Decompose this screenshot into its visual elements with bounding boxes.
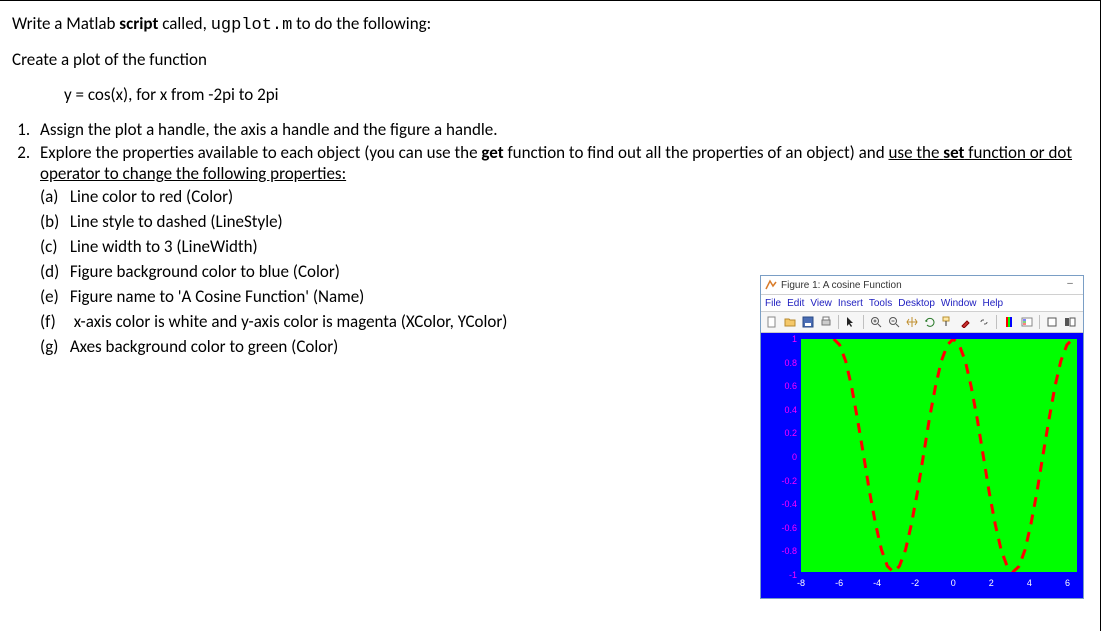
- x-tick-label: 4: [1027, 578, 1032, 588]
- menubar: File Edit View Insert Tools Desktop Wind…: [761, 295, 1083, 312]
- menu-tools[interactable]: Tools: [869, 298, 892, 309]
- colorbar-icon[interactable]: [1001, 314, 1017, 330]
- prop-f-text: x-axis color is white and y-axis color i…: [74, 311, 508, 332]
- text: Write a Matlab: [12, 13, 119, 34]
- separator-icon: [838, 315, 839, 329]
- prop-g-text: Axes background color to green (Color): [70, 336, 338, 357]
- prop-b-text: Line style to dashed (LineStyle): [70, 211, 283, 232]
- x-tick-label: 6: [1065, 578, 1070, 588]
- text-bold: get: [481, 142, 503, 163]
- open-icon[interactable]: [782, 314, 798, 330]
- y-tick-label: -0.8: [765, 546, 797, 556]
- print-icon[interactable]: [818, 314, 834, 330]
- x-tick-label: -6: [835, 578, 843, 588]
- step-1-text: Assign the plot a handle, the axis a han…: [40, 119, 498, 140]
- new-icon[interactable]: [764, 314, 780, 330]
- prop-d-text: Figure background color to blue (Color): [70, 261, 340, 282]
- instruction-line-2: Create a plot of the function: [12, 49, 1082, 70]
- menu-edit[interactable]: Edit: [787, 298, 804, 309]
- separator-icon: [1039, 315, 1040, 329]
- menu-help[interactable]: Help: [983, 298, 1004, 309]
- show-tools-icon[interactable]: [1062, 314, 1078, 330]
- save-icon[interactable]: [800, 314, 816, 330]
- text: Explore the properties available to each…: [40, 142, 481, 163]
- text-bold: set: [943, 142, 964, 163]
- link-icon[interactable]: [976, 314, 992, 330]
- separator-icon: [996, 315, 997, 329]
- pan-icon[interactable]: [904, 314, 920, 330]
- y-tick-label: 0.6: [765, 381, 797, 391]
- menu-desktop[interactable]: Desktop: [898, 298, 935, 309]
- text: function to find out all the properties …: [504, 142, 889, 163]
- y-tick-label: -0.2: [765, 476, 797, 486]
- text: to do the following:: [292, 13, 431, 34]
- x-tick-label: -2: [911, 578, 919, 588]
- y-tick-label: 0.8: [765, 358, 797, 368]
- function-def: y = cos(x), for x from -2pi to 2pi: [64, 84, 1082, 105]
- y-tick-label: 1: [765, 334, 797, 344]
- menu-file[interactable]: File: [765, 298, 781, 309]
- menu-view[interactable]: View: [810, 298, 832, 309]
- text: use the: [888, 142, 943, 163]
- prop-e-text: Figure name to 'A Cosine Function' (Name…: [70, 286, 364, 307]
- axes: 10.80.60.40.20-0.2-0.4-0.6-0.8-1-8-6-4-2…: [801, 339, 1077, 572]
- matlab-figure-window: Figure 1: A cosine Function – File Edit …: [760, 275, 1084, 599]
- figure-canvas: 1 0.8 0.6 0.4 0.2 0 -0.2 -0.4 -0.6 -0.8 -1-8 -6 -4 -2…: [761, 333, 1083, 598]
- y-tick-label: 0.2: [765, 428, 797, 438]
- y-tick-label: -1: [765, 570, 797, 580]
- prop-b: (b) Line style to dashed (LineStyle): [40, 211, 1082, 232]
- menu-window[interactable]: Window: [941, 298, 977, 309]
- rotate-icon[interactable]: [922, 314, 938, 330]
- prop-a-text: Line color to red (Color): [70, 186, 233, 207]
- text-bold: script: [119, 13, 158, 34]
- legend-icon[interactable]: [1019, 314, 1035, 330]
- line-plot: [801, 339, 1077, 572]
- x-tick-label: -4: [873, 578, 881, 588]
- window-title: Figure 1: A cosine Function: [781, 280, 902, 291]
- step-1: Assign the plot a handle, the axis a han…: [34, 119, 1082, 140]
- titlebar[interactable]: Figure 1: A cosine Function –: [761, 276, 1083, 295]
- separator-icon: [863, 315, 864, 329]
- prop-c: (c) Line width to 3 (LineWidth): [40, 236, 1082, 257]
- y-tick-label: -0.4: [765, 499, 797, 509]
- minimize-button[interactable]: –: [1061, 279, 1079, 291]
- x-tick-label: 0: [951, 578, 956, 588]
- menu-insert[interactable]: Insert: [838, 298, 863, 309]
- x-tick-label: 2: [989, 578, 994, 588]
- prop-a: (a) Line color to red (Color): [40, 186, 1082, 207]
- code-filename: ugplot.m: [211, 16, 293, 35]
- zoom-out-icon[interactable]: [886, 314, 902, 330]
- text: called,: [158, 13, 210, 34]
- y-tick-label: 0: [765, 452, 797, 462]
- hide-tools-icon[interactable]: [1044, 314, 1060, 330]
- zoom-in-icon[interactable]: [868, 314, 884, 330]
- datacursor-icon[interactable]: [940, 314, 956, 330]
- pointer-icon[interactable]: [843, 314, 859, 330]
- brush-icon[interactable]: [958, 314, 974, 330]
- y-tick-label: -0.6: [765, 523, 797, 533]
- instruction-line-1: Write a Matlab script called, ugplot.m t…: [12, 13, 1082, 35]
- x-tick-label: -8: [797, 578, 805, 588]
- prop-c-text: Line width to 3 (LineWidth): [70, 236, 258, 257]
- matlab-icon: [765, 279, 777, 291]
- toolbar: [761, 312, 1083, 333]
- y-tick-label: 0.4: [765, 405, 797, 415]
